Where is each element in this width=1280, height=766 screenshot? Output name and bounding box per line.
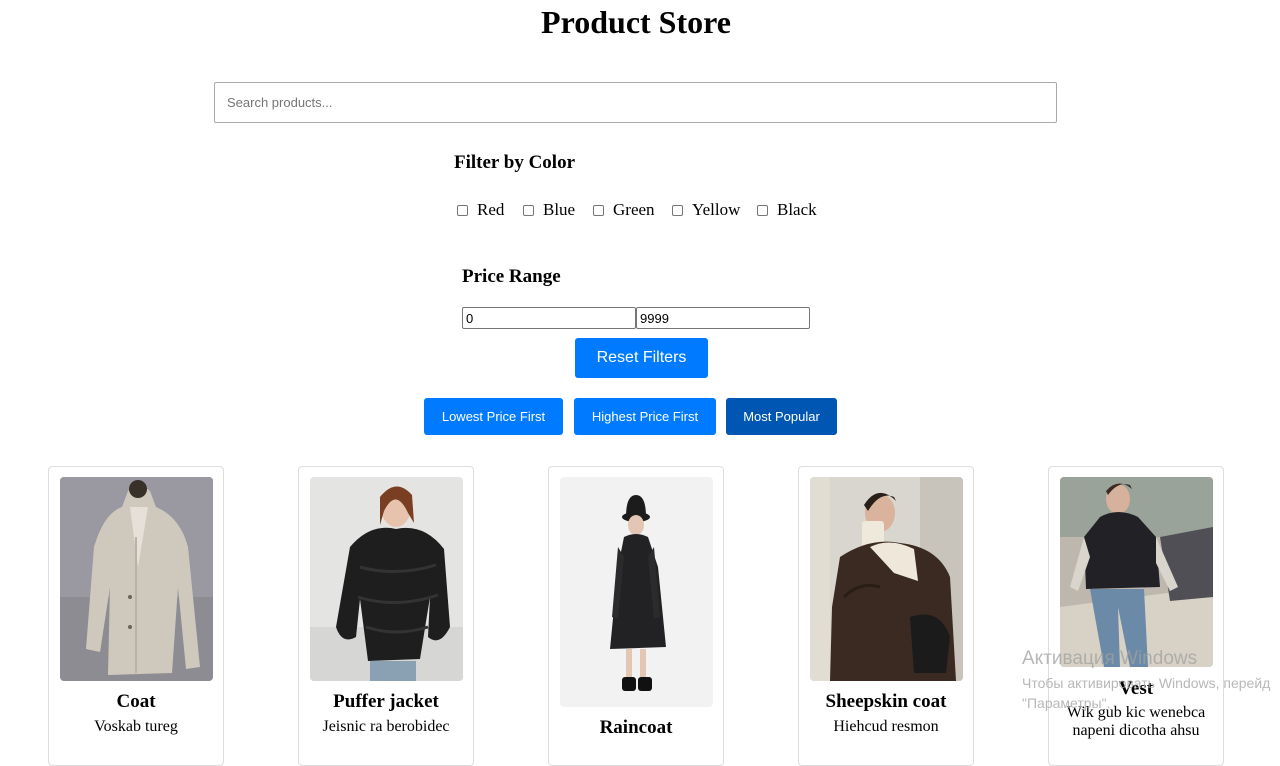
- price-min-input[interactable]: [462, 307, 636, 329]
- blue-checkbox[interactable]: [523, 204, 534, 216]
- watermark-title: Активация Windows: [1022, 648, 1198, 669]
- product-card-puffer-jacket[interactable]: Puffer jacket Jeisnic ra berobidec: [298, 466, 474, 766]
- watermark-line: "Параметры".: [1022, 695, 1111, 711]
- product-card-raincoat[interactable]: Raincoat: [548, 466, 724, 766]
- color-option-yellow[interactable]: Yellow: [672, 200, 740, 220]
- product-name: Coat: [116, 691, 156, 712]
- color-option-black[interactable]: Black: [757, 200, 817, 220]
- raincoat-image: [560, 477, 713, 707]
- color-filter-heading: Filter by Color: [454, 152, 576, 173]
- windows-activation-watermark: Активация Windows Чтобы активировать Win…: [1022, 648, 1280, 713]
- page-title: Product Store: [541, 4, 731, 40]
- reset-filters-button[interactable]: Reset Filters: [575, 338, 708, 378]
- sort-lowest-price-button[interactable]: Lowest Price First: [424, 398, 563, 435]
- price-range-heading: Price Range: [462, 266, 561, 287]
- product-description: Jeisnic ra berobidec: [322, 718, 450, 735]
- color-option-label: Green: [613, 200, 655, 219]
- product-card-sheepskin-coat[interactable]: Sheepskin coat Hiehcud resmon: [798, 466, 974, 766]
- green-checkbox[interactable]: [593, 204, 604, 216]
- search-input[interactable]: [214, 82, 1057, 123]
- sheepskin-coat-image: [810, 477, 963, 681]
- color-option-green[interactable]: Green: [593, 200, 655, 220]
- product-name: Puffer jacket: [333, 691, 439, 712]
- sort-most-popular-button[interactable]: Most Popular: [726, 398, 837, 435]
- watermark-line: Чтобы активировать Windows, перейд: [1022, 675, 1271, 691]
- black-checkbox[interactable]: [757, 204, 768, 216]
- red-checkbox[interactable]: [457, 204, 468, 216]
- color-option-red[interactable]: Red: [457, 200, 504, 220]
- coat-image: [60, 477, 213, 681]
- product-card-vest[interactable]: Vest Wik gub kic wenebca napeni dicotha …: [1048, 466, 1224, 766]
- price-max-input[interactable]: [636, 307, 810, 329]
- color-option-label: Blue: [543, 200, 576, 219]
- yellow-checkbox[interactable]: [672, 204, 683, 216]
- product-name: Raincoat: [599, 717, 673, 738]
- sort-highest-price-button[interactable]: Highest Price First: [574, 398, 716, 435]
- product-description: Hiehcud resmon: [833, 718, 939, 735]
- puffer-jacket-image: [310, 477, 463, 681]
- product-name: Sheepskin coat: [825, 691, 947, 712]
- color-option-label: Black: [777, 200, 817, 219]
- color-option-label: Red: [477, 200, 505, 219]
- color-option-blue[interactable]: Blue: [523, 200, 575, 220]
- vest-image: [1060, 477, 1213, 667]
- product-description: Voskab tureg: [94, 718, 178, 735]
- color-option-label: Yellow: [692, 200, 741, 219]
- product-card-coat[interactable]: Coat Voskab tureg: [48, 466, 224, 766]
